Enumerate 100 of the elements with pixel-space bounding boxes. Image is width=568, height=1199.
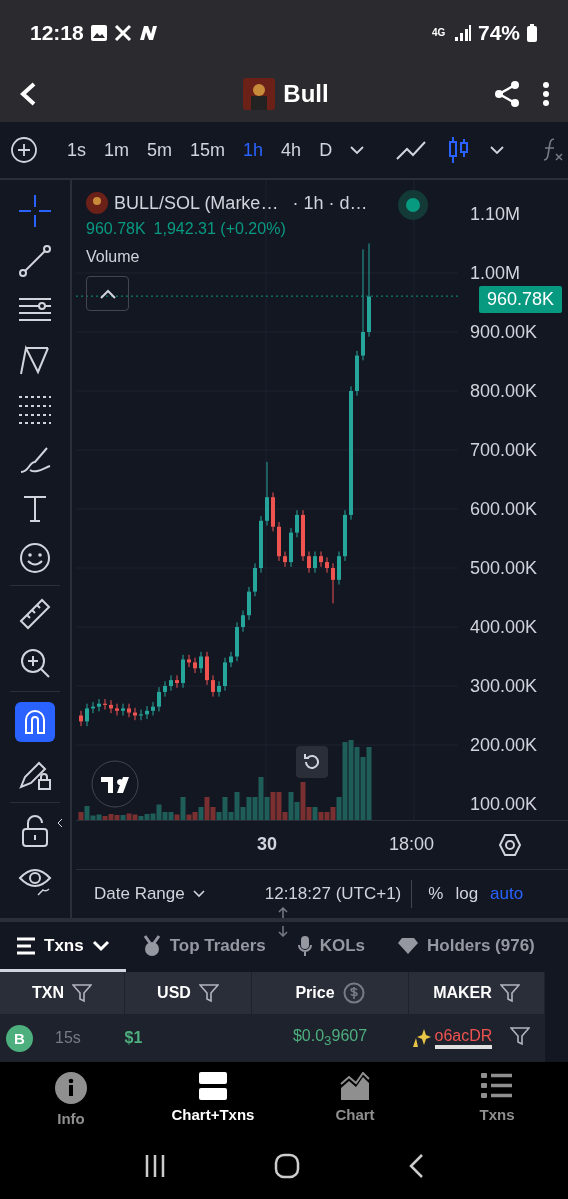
timeframe-tab[interactable]: 1h	[234, 139, 273, 161]
caret-down-icon	[350, 146, 365, 154]
candle	[91, 701, 95, 714]
candle	[343, 509, 347, 562]
filter-icon	[499, 983, 520, 1003]
collapse-legend-button[interactable]	[86, 276, 129, 311]
scale-mode-button[interactable]: auto	[484, 884, 530, 904]
candle	[313, 551, 317, 574]
nav-tab[interactable]: Info	[0, 1072, 142, 1138]
function-icon	[542, 137, 565, 163]
candle	[181, 654, 185, 689]
candle	[205, 651, 209, 686]
settings-icon	[498, 833, 522, 857]
signal-icon	[453, 23, 472, 42]
candle	[85, 703, 89, 727]
candle	[295, 509, 299, 538]
candle	[337, 551, 341, 585]
price-change: 1,942.31 (+0.20%)	[153, 220, 286, 238]
chart-clock: 12:18:27 (UTC+1)	[264, 884, 402, 904]
panel-tab[interactable]: Holders (976)	[381, 922, 551, 972]
scale-mode-button[interactable]: log	[449, 884, 485, 904]
back-button[interactable]	[18, 80, 38, 107]
panel-tab[interactable]: KOLs	[281, 922, 382, 972]
nav-tab[interactable]: Txns	[426, 1072, 568, 1138]
date-range-button[interactable]: Date Range	[88, 884, 211, 904]
usd-amount: $1	[124, 1014, 252, 1062]
candle	[121, 703, 125, 716]
candle	[187, 654, 191, 668]
more-icon	[542, 80, 550, 107]
candle	[289, 527, 293, 568]
symbol-title: BULL/SOL (Marke…	[114, 192, 279, 214]
price-axis-label: 800.00K	[470, 381, 538, 401]
diamond-icon	[397, 936, 420, 955]
timeframe-tab[interactable]: 1m	[95, 139, 139, 161]
chevron-left-icon	[18, 80, 38, 107]
pattern-icon	[18, 342, 52, 377]
price-axis-label: 1.10M	[470, 204, 521, 224]
timeframe-tab[interactable]: 1s	[58, 139, 95, 161]
candle	[301, 509, 305, 562]
timeframe-tab[interactable]: 5m	[138, 139, 182, 161]
clock: 12:18	[30, 20, 84, 45]
price-axis-label: 1.00M	[470, 263, 521, 283]
reset-chart-button[interactable]	[296, 746, 328, 778]
candle	[259, 515, 263, 574]
drawing-tool-button[interactable]	[15, 702, 55, 742]
nav-tab[interactable]: Chart+Txns	[142, 1072, 284, 1138]
candle	[229, 651, 233, 668]
microphone-icon	[297, 934, 312, 957]
timeframe-tab[interactable]: 15m	[181, 139, 235, 161]
chevron-left-icon	[408, 1154, 424, 1178]
price-axis-label: 600.00K	[470, 499, 538, 519]
chart-settings-button[interactable]	[498, 833, 522, 857]
add-indicator-button[interactable]	[10, 136, 38, 164]
share-button[interactable]	[494, 79, 520, 108]
interval-label: · 1h · d…	[292, 192, 368, 214]
filter-icon	[198, 983, 219, 1003]
token-avatar-icon	[243, 77, 276, 110]
time-axis-label: 30	[257, 834, 278, 855]
dollar-circle-icon	[342, 982, 365, 1004]
last-price-tag: 960.78K	[478, 286, 562, 313]
trade-type-badge: B	[6, 1024, 33, 1052]
filter-icon	[72, 983, 92, 1003]
trade-age: 15s	[55, 1029, 81, 1047]
medal-icon	[141, 934, 162, 957]
recents-icon	[144, 1154, 166, 1178]
candle	[241, 610, 245, 633]
candle	[235, 621, 239, 662]
candle	[193, 657, 197, 674]
candle	[253, 562, 257, 597]
chevron-up-icon	[99, 288, 116, 299]
split-view-icon	[199, 1072, 227, 1100]
ruler-icon	[18, 596, 52, 631]
candle	[133, 707, 137, 721]
maker-address[interactable]: o6acDR	[434, 1027, 493, 1049]
time-axis-label: 18:00	[389, 834, 435, 855]
resize-handle-icon	[276, 907, 290, 937]
candle	[103, 698, 107, 711]
timeframe-tab[interactable]: 4h	[272, 139, 311, 161]
zoom-in-icon	[18, 646, 52, 680]
nav-tab[interactable]: Chart	[284, 1072, 426, 1138]
scale-mode-button[interactable]: %	[422, 884, 450, 904]
panel-tab[interactable]: Top Traders	[125, 922, 282, 972]
price-axis-label: 500.00K	[470, 558, 538, 578]
candle	[199, 651, 203, 674]
battery-percent: 74%	[477, 20, 520, 45]
candle	[109, 699, 113, 714]
candle	[139, 709, 143, 721]
info-icon	[55, 1072, 87, 1104]
trade-price: $0.0$_{3}$9607	[292, 1027, 368, 1045]
trend-line-icon	[18, 243, 52, 278]
candle	[247, 586, 251, 621]
live-status-icon	[398, 190, 428, 220]
candle	[319, 551, 323, 568]
reset-icon	[302, 752, 322, 772]
candle	[115, 703, 119, 716]
caret-down-icon	[192, 890, 205, 898]
battery-icon	[526, 22, 538, 43]
timeframe-tab[interactable]: D	[310, 139, 342, 161]
more-button[interactable]	[542, 80, 550, 107]
menu-icon	[16, 936, 36, 955]
